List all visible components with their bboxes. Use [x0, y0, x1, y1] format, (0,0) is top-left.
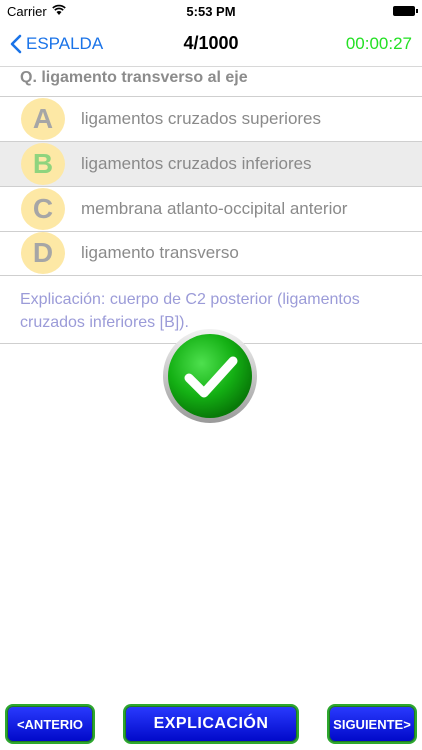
previous-button[interactable]: <ANTERIO: [5, 704, 95, 744]
option-a[interactable]: A ligamentos cruzados superiores: [0, 97, 422, 142]
option-letter-badge: B: [21, 143, 65, 185]
option-letter-badge: D: [21, 232, 65, 274]
elapsed-timer: 00:00:27: [345, 34, 412, 53]
option-d[interactable]: D ligamento transverso: [0, 231, 422, 276]
status-time: 5:53 PM: [186, 4, 236, 19]
back-button[interactable]: ESPALDA: [10, 32, 103, 56]
option-c[interactable]: C membrana atlanto-occipital anterior: [0, 187, 422, 232]
option-label: ligamentos cruzados superiores: [81, 109, 322, 128]
back-label: ESPALDA: [26, 34, 104, 53]
option-label: ligamento transverso: [81, 243, 239, 262]
option-b[interactable]: B ligamentos cruzados inferiores: [0, 142, 422, 187]
battery-icon: [393, 6, 418, 16]
navigation-bar: ESPALDA 4/1000 00:00:27: [0, 22, 422, 67]
next-button[interactable]: SIGUIENTE>: [327, 704, 417, 744]
option-letter-badge: A: [21, 98, 65, 140]
chevron-left-icon: [10, 34, 22, 54]
checkmark-correct-icon: [163, 329, 257, 423]
option-letter-badge: C: [21, 188, 65, 230]
explanation-button[interactable]: EXPLICACIÓN: [123, 704, 299, 744]
option-label: membrana atlanto-occipital anterior: [81, 199, 348, 218]
status-bar: Carrier 5:53 PM: [0, 0, 422, 22]
option-label: ligamentos cruzados inferiores: [81, 154, 312, 173]
question-text: Q. ligamento transverso al eje: [20, 69, 248, 86]
